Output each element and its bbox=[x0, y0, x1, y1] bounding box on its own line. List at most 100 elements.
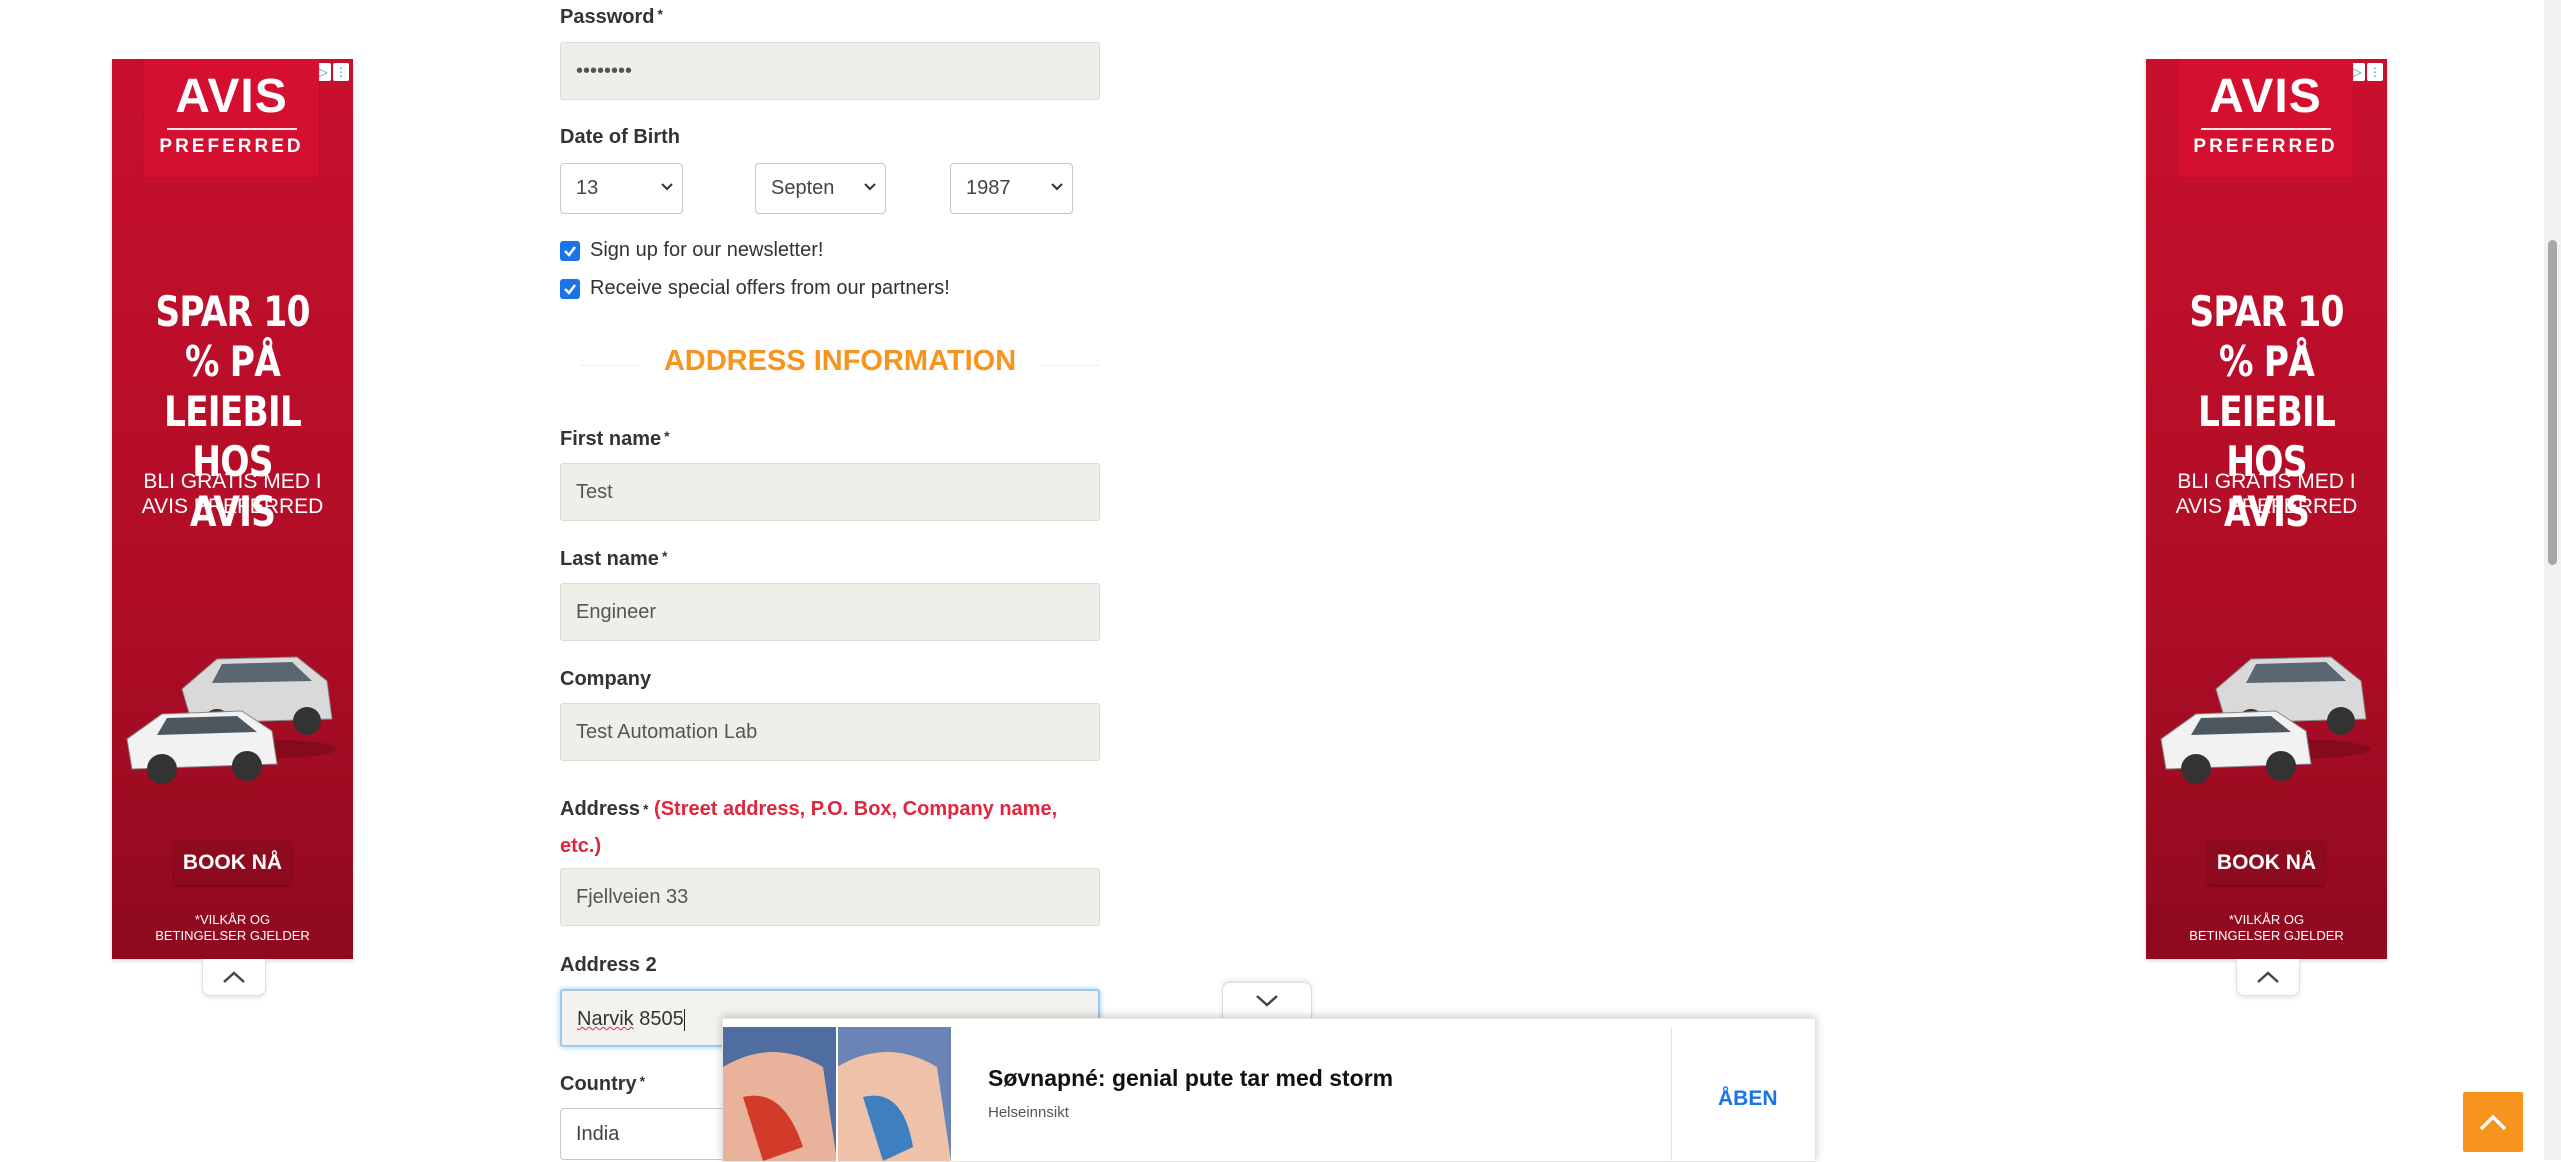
company-value: Test Automation Lab bbox=[576, 721, 758, 743]
native-ad-collapse-button[interactable] bbox=[1222, 982, 1312, 1019]
left-ad-collapse-button[interactable] bbox=[202, 959, 266, 996]
last-name-input[interactable]: Engineer bbox=[560, 583, 1100, 641]
chevron-up-icon bbox=[2257, 971, 2279, 983]
address-hint: (Street address, P.O. Box, Company name, bbox=[654, 798, 1058, 820]
avis-logo: AVIS PREFERRED bbox=[2178, 59, 2353, 177]
ad-subtext-line: AVIS PREFERRED bbox=[2175, 495, 2358, 518]
country-value: India bbox=[576, 1122, 620, 1145]
company-label: Company bbox=[560, 668, 652, 690]
address-label: Address * (Street address, P.O. Box, Comp… bbox=[560, 791, 1100, 865]
book-now-button[interactable]: BOOK NÅ bbox=[2208, 841, 2325, 885]
first-name-value: Test bbox=[576, 481, 613, 503]
required-marker: * bbox=[639, 1073, 646, 1089]
native-ad-open-button[interactable]: ÅBEN bbox=[1718, 1087, 1778, 1111]
ad-terms-line: *VILKÅR OG bbox=[2228, 912, 2305, 927]
cars-image bbox=[2160, 656, 2371, 784]
ad-subtext: BLI GRATIS MED I AVIS PREFERRED bbox=[112, 469, 353, 519]
arrow-up-icon bbox=[2479, 1114, 2507, 1131]
ad-terms-line: BETINGELSER GJELDER bbox=[2189, 928, 2344, 943]
anatomy-illustration bbox=[723, 1027, 951, 1161]
dob-year-select[interactable]: 1987 bbox=[950, 163, 1073, 214]
page-scrollbar[interactable] bbox=[2544, 0, 2561, 1160]
required-marker: * bbox=[657, 6, 663, 22]
dob-month-select[interactable]: Septen bbox=[755, 163, 886, 214]
native-ad-source: Helseinnsikt bbox=[988, 1104, 1069, 1121]
chevron-down-icon bbox=[1256, 995, 1278, 1007]
address-section-title: ADDRESS INFORMATION bbox=[580, 345, 1100, 378]
first-name-label-text: First name bbox=[560, 428, 662, 450]
ad-terms: *VILKÅR OG BETINGELSER GJELDER bbox=[2146, 912, 2387, 944]
ad-terms: *VILKÅR OG BETINGELSER GJELDER bbox=[112, 912, 353, 944]
native-ad-title[interactable]: Søvnapné: genial pute tar med storm bbox=[988, 1065, 1393, 1092]
check-icon bbox=[564, 245, 576, 257]
ad-menu-icon[interactable]: ⋮ bbox=[333, 63, 349, 81]
required-marker: * bbox=[661, 548, 668, 564]
dob-year-value: 1987 bbox=[966, 177, 1011, 199]
dob-day-value: 13 bbox=[576, 177, 599, 199]
scrollbar-thumb[interactable] bbox=[2548, 240, 2557, 565]
newsletter-checkbox[interactable]: Sign up for our newsletter! bbox=[560, 239, 823, 262]
logo-divider bbox=[166, 128, 297, 130]
ad-brand: AVIS bbox=[175, 70, 288, 123]
ad-badges: ▷ ⋮ bbox=[315, 63, 349, 81]
ad-subtext: BLI GRATIS MED I AVIS PREFERRED bbox=[2146, 469, 2387, 519]
right-ad-collapse-button[interactable] bbox=[2236, 959, 2300, 996]
dob-day-select[interactable]: 13 bbox=[560, 163, 683, 214]
ad-subtext-line: BLI GRATIS MED I bbox=[2177, 470, 2356, 493]
ad-headline-line: SPAR 10 % PÅ bbox=[2189, 287, 2344, 386]
chevron-up-icon bbox=[223, 971, 245, 983]
chevron-down-icon bbox=[1051, 183, 1063, 191]
country-label-text: Country bbox=[560, 1073, 637, 1095]
partner-offers-checkbox[interactable]: Receive special offers from our partners… bbox=[560, 277, 950, 300]
ad-brand-sub: PREFERRED bbox=[2193, 136, 2338, 157]
logo-divider bbox=[2200, 128, 2331, 130]
company-input[interactable]: Test Automation Lab bbox=[560, 703, 1100, 761]
dob-month-value: Septen bbox=[771, 177, 835, 199]
chevron-down-icon bbox=[864, 183, 876, 191]
first-name-input[interactable]: Test bbox=[560, 463, 1100, 521]
checkbox[interactable] bbox=[560, 240, 580, 261]
native-ad-image bbox=[723, 1027, 951, 1161]
ad-menu-icon[interactable]: ⋮ bbox=[2367, 63, 2383, 81]
avis-logo: AVIS PREFERRED bbox=[144, 59, 319, 177]
back-to-top-button[interactable] bbox=[2463, 1092, 2523, 1152]
right-side-ad[interactable]: ▷ ⋮ AVIS PREFERRED SPAR 10 % PÅ LEIEBIL … bbox=[2146, 59, 2387, 959]
dob-label: Date of Birth bbox=[560, 126, 680, 148]
address2-value-word: Narvik bbox=[577, 1008, 634, 1030]
address-label-text: Address bbox=[560, 798, 641, 820]
required-marker: * bbox=[643, 801, 649, 817]
password-input[interactable]: •••••••• bbox=[560, 42, 1100, 100]
country-label: Country * bbox=[560, 1073, 645, 1096]
check-icon bbox=[564, 283, 576, 295]
ad-terms-line: *VILKÅR OG bbox=[194, 912, 271, 927]
cars-image bbox=[126, 656, 337, 784]
last-name-label-text: Last name bbox=[560, 548, 659, 570]
ad-brand-sub: PREFERRED bbox=[159, 136, 304, 157]
address-value: Fjellveien 33 bbox=[576, 886, 689, 908]
checkbox[interactable] bbox=[560, 278, 580, 299]
last-name-value: Engineer bbox=[576, 601, 657, 623]
text-caret bbox=[683, 1008, 685, 1031]
password-label-text: Password bbox=[560, 6, 655, 28]
first-name-label: First name * bbox=[560, 428, 670, 451]
ad-subtext-line: AVIS PREFERRED bbox=[141, 495, 324, 518]
address-hint-cont: etc.) bbox=[560, 835, 602, 857]
ad-subtext-line: BLI GRATIS MED I bbox=[143, 470, 322, 493]
address2-label: Address 2 bbox=[560, 954, 657, 976]
chevron-down-icon bbox=[661, 183, 673, 191]
password-label: Password * bbox=[560, 6, 663, 29]
native-ad-divider bbox=[1671, 1027, 1672, 1161]
book-now-button[interactable]: BOOK NÅ bbox=[174, 841, 291, 885]
ad-brand: AVIS bbox=[2209, 70, 2322, 123]
address-input[interactable]: Fjellveien 33 bbox=[560, 868, 1100, 926]
ad-terms-line: BETINGELSER GJELDER bbox=[155, 928, 310, 943]
left-side-ad[interactable]: ▷ ⋮ AVIS PREFERRED SPAR 10 % PÅ LEIEBIL … bbox=[112, 59, 353, 959]
required-marker: * bbox=[664, 428, 670, 444]
password-value: •••••••• bbox=[576, 60, 633, 82]
address2-value-rest: 8505 bbox=[633, 1008, 684, 1030]
last-name-label: Last name * bbox=[560, 548, 667, 571]
ad-badges: ▷ ⋮ bbox=[2349, 63, 2383, 81]
ad-headline-line: SPAR 10 % PÅ bbox=[155, 287, 310, 386]
native-ad-banner[interactable]: Søvnapné: genial pute tar med storm Hels… bbox=[722, 1018, 1816, 1162]
newsletter-label: Sign up for our newsletter! bbox=[590, 239, 824, 261]
